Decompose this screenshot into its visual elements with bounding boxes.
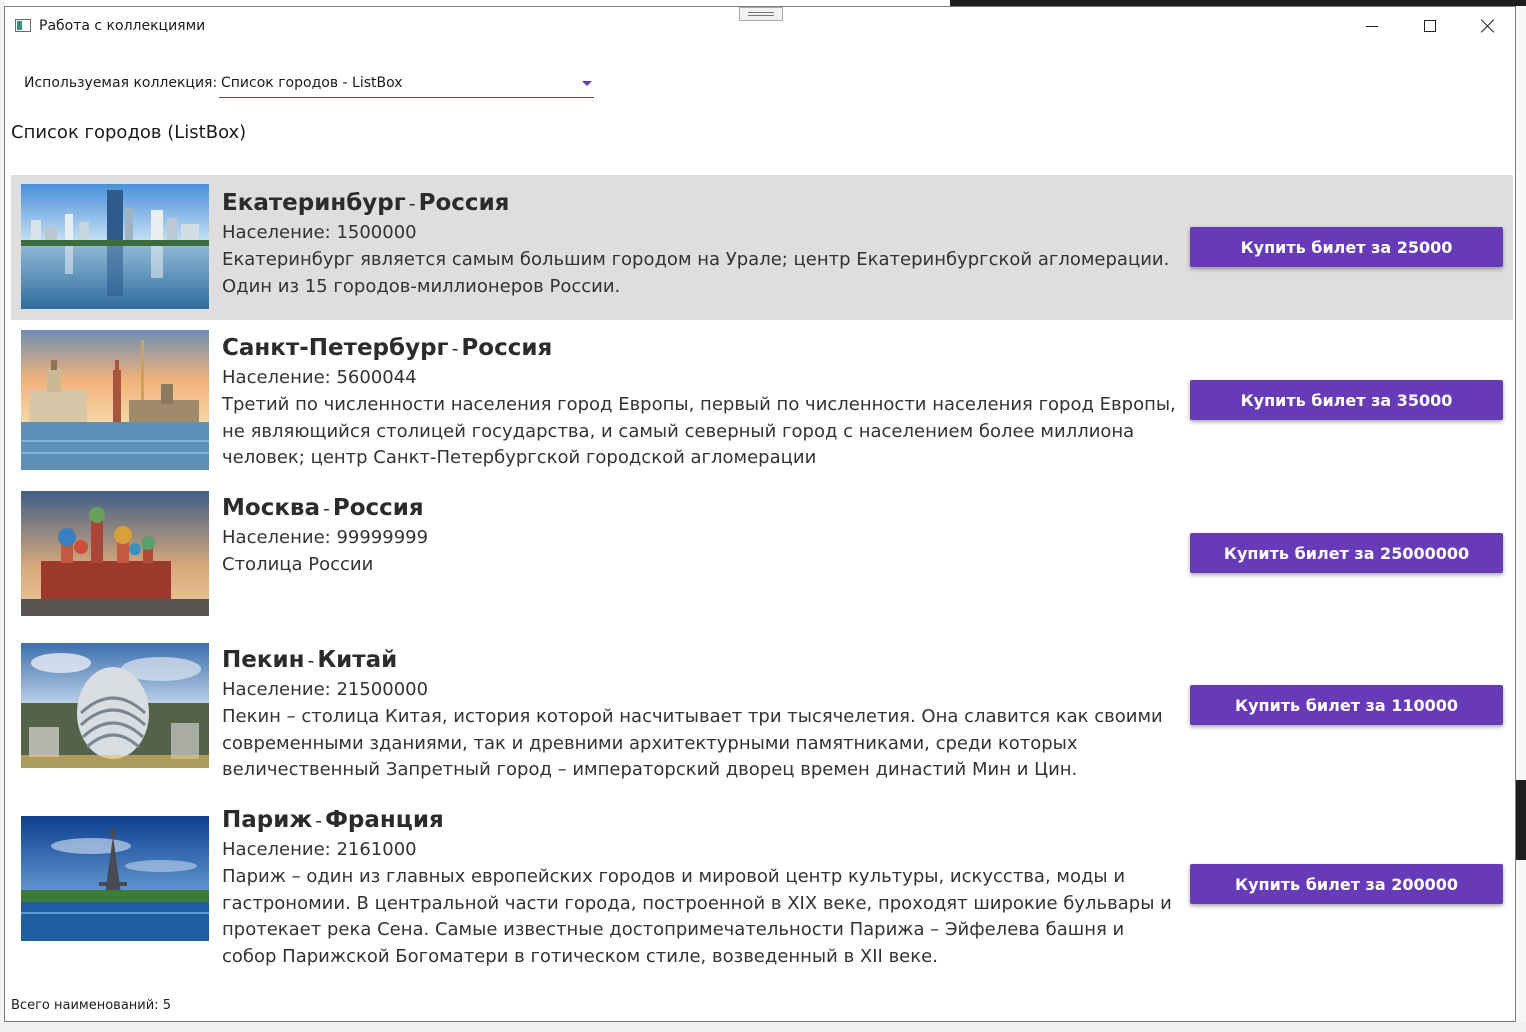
country-name: Россия — [418, 190, 510, 216]
collection-combobox[interactable]: Список городов - ListBox — [219, 71, 594, 98]
app-window: Работа с коллекциями Используемая коллек… — [4, 6, 1516, 1022]
city-title: Санкт-Петербург - Россия — [222, 333, 1182, 364]
city-info: Пекин - Китай Население: 21500000 Пекин – … — [222, 645, 1182, 784]
city-info: Москва - Россия Население: 99999999 Столиц… — [222, 493, 1182, 579]
country-name: Франция — [325, 807, 444, 833]
paris-photo — [21, 816, 209, 941]
title-separator: - — [315, 810, 323, 832]
country-name: Китай — [317, 647, 398, 673]
city-info: Санкт-Петербург - Россия Население: 560004… — [222, 333, 1182, 472]
city-description: Екатеринбург является самым большим горо… — [222, 249, 1170, 297]
item-count-status: Всего наименований: 5 — [11, 998, 171, 1013]
city-info: Екатеринбург - Россия Население: 1500000 Е… — [222, 188, 1182, 300]
city-description: Третий по численности населения город Ев… — [222, 394, 1176, 468]
maximize-button[interactable] — [1401, 7, 1459, 45]
list-item-yekaterinburg[interactable]: Екатеринбург - Россия Население: 1500000 Е… — [11, 175, 1513, 320]
country-name: Россия — [461, 335, 553, 361]
moscow-photo — [21, 491, 209, 616]
beijing-photo — [21, 643, 209, 768]
title-separator: - — [451, 338, 459, 360]
city-title: Париж - Франция — [222, 805, 1182, 836]
city-title: Екатеринбург - Россия — [222, 188, 1182, 219]
chevron-down-icon[interactable] — [582, 81, 592, 86]
resize-grip[interactable] — [739, 7, 783, 21]
app-icon — [15, 19, 31, 32]
population-text: Население: 21500000 — [222, 679, 429, 700]
list-item-beijing[interactable]: Пекин - Китай Население: 21500000 Пекин – … — [11, 633, 1513, 793]
list-item-moscow[interactable]: Москва - Россия Население: 99999999 Столиц… — [11, 481, 1513, 633]
close-button[interactable] — [1459, 7, 1517, 45]
city-description: Париж – один из главных европейских горо… — [222, 866, 1172, 967]
population-text: Население: 2161000 — [222, 839, 417, 860]
window-title: Работа с коллекциями — [39, 18, 206, 34]
title-bar[interactable]: Работа с коллекциями — [5, 7, 1515, 45]
list-item-saint-petersburg[interactable]: Санкт-Петербург - Россия Население: 560004… — [11, 321, 1513, 481]
city-info: Париж - Франция Население: 2161000 Париж –… — [222, 805, 1182, 970]
city-title: Пекин - Китай — [222, 645, 1182, 676]
minimize-button[interactable] — [1343, 7, 1401, 45]
country-name: Россия — [332, 495, 424, 521]
minimize-icon — [1366, 25, 1378, 27]
population-text: Население: 5600044 — [222, 367, 417, 388]
yekaterinburg-photo — [21, 184, 209, 309]
city-name: Париж — [222, 807, 313, 833]
buy-ticket-button[interactable]: Купить билет за 110000 — [1190, 685, 1503, 725]
population-text: Население: 1500000 — [222, 222, 417, 243]
city-title: Москва - Россия — [222, 493, 1182, 524]
buy-ticket-button[interactable]: Купить билет за 25000 — [1190, 227, 1503, 267]
list-heading: Список городов (ListBox) — [11, 122, 247, 143]
buy-ticket-button[interactable]: Купить билет за 25000000 — [1190, 533, 1503, 573]
maximize-icon — [1424, 20, 1436, 32]
saint-petersburg-photo — [21, 330, 209, 470]
collection-selected-value: Список городов - ListBox — [221, 75, 403, 91]
title-separator: - — [307, 650, 315, 672]
city-name: Санкт-Петербург — [222, 335, 449, 361]
list-item-paris[interactable]: Париж - Франция Население: 2161000 Париж –… — [11, 793, 1513, 978]
city-description: Пекин – столица Китая, история которой н… — [222, 706, 1163, 780]
buy-ticket-button[interactable]: Купить билет за 200000 — [1190, 864, 1503, 904]
close-icon — [1481, 19, 1495, 33]
city-name: Москва — [222, 495, 321, 521]
city-name: Екатеринбург — [222, 190, 406, 216]
city-name: Пекин — [222, 647, 305, 673]
background-desktop-bottom — [0, 1022, 1526, 1032]
background-desktop-right — [1516, 0, 1526, 1032]
title-separator: - — [408, 193, 416, 215]
title-separator: - — [323, 498, 330, 520]
city-description: Столица России — [222, 554, 374, 575]
collection-label: Используемая коллекция: — [24, 75, 218, 91]
population-text: Население: 99999999 — [222, 527, 429, 548]
buy-ticket-button[interactable]: Купить билет за 35000 — [1190, 380, 1503, 420]
